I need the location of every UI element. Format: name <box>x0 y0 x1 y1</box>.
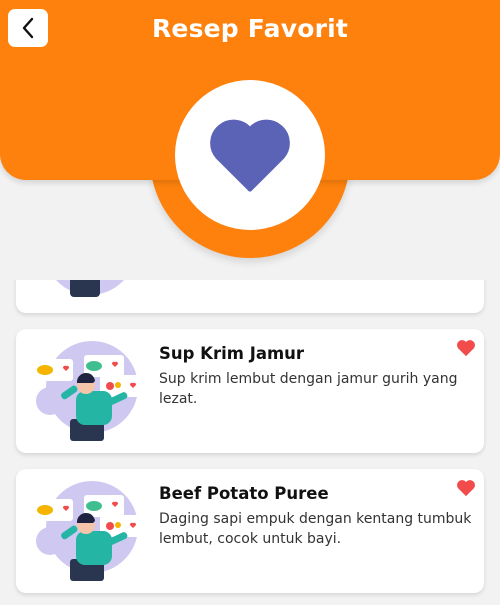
recipe-illustration <box>33 481 142 581</box>
favorite-heart-icon[interactable] <box>456 479 476 497</box>
favorite-badge <box>175 80 325 230</box>
recipe-description: Daging sapi empuk dengan kentang tumbuk … <box>159 511 472 547</box>
recipe-illustration <box>33 341 142 441</box>
recipe-card[interactable]: Sup Krim Jamur Sup krim lembut dengan ja… <box>16 329 484 453</box>
recipe-card[interactable] <box>16 280 484 313</box>
recipe-card[interactable]: Beef Potato Puree Daging sapi empuk deng… <box>16 469 484 593</box>
favorite-heart-icon[interactable] <box>456 339 476 357</box>
recipe-description: Sup krim lembut dengan jamur gurih yang … <box>159 371 458 407</box>
recipe-title: Beef Potato Puree <box>159 484 329 503</box>
recipe-illustration <box>56 280 124 297</box>
heart-icon <box>210 119 290 192</box>
page-title: Resep Favorit <box>151 14 349 43</box>
recipe-title: Sup Krim Jamur <box>159 344 305 363</box>
